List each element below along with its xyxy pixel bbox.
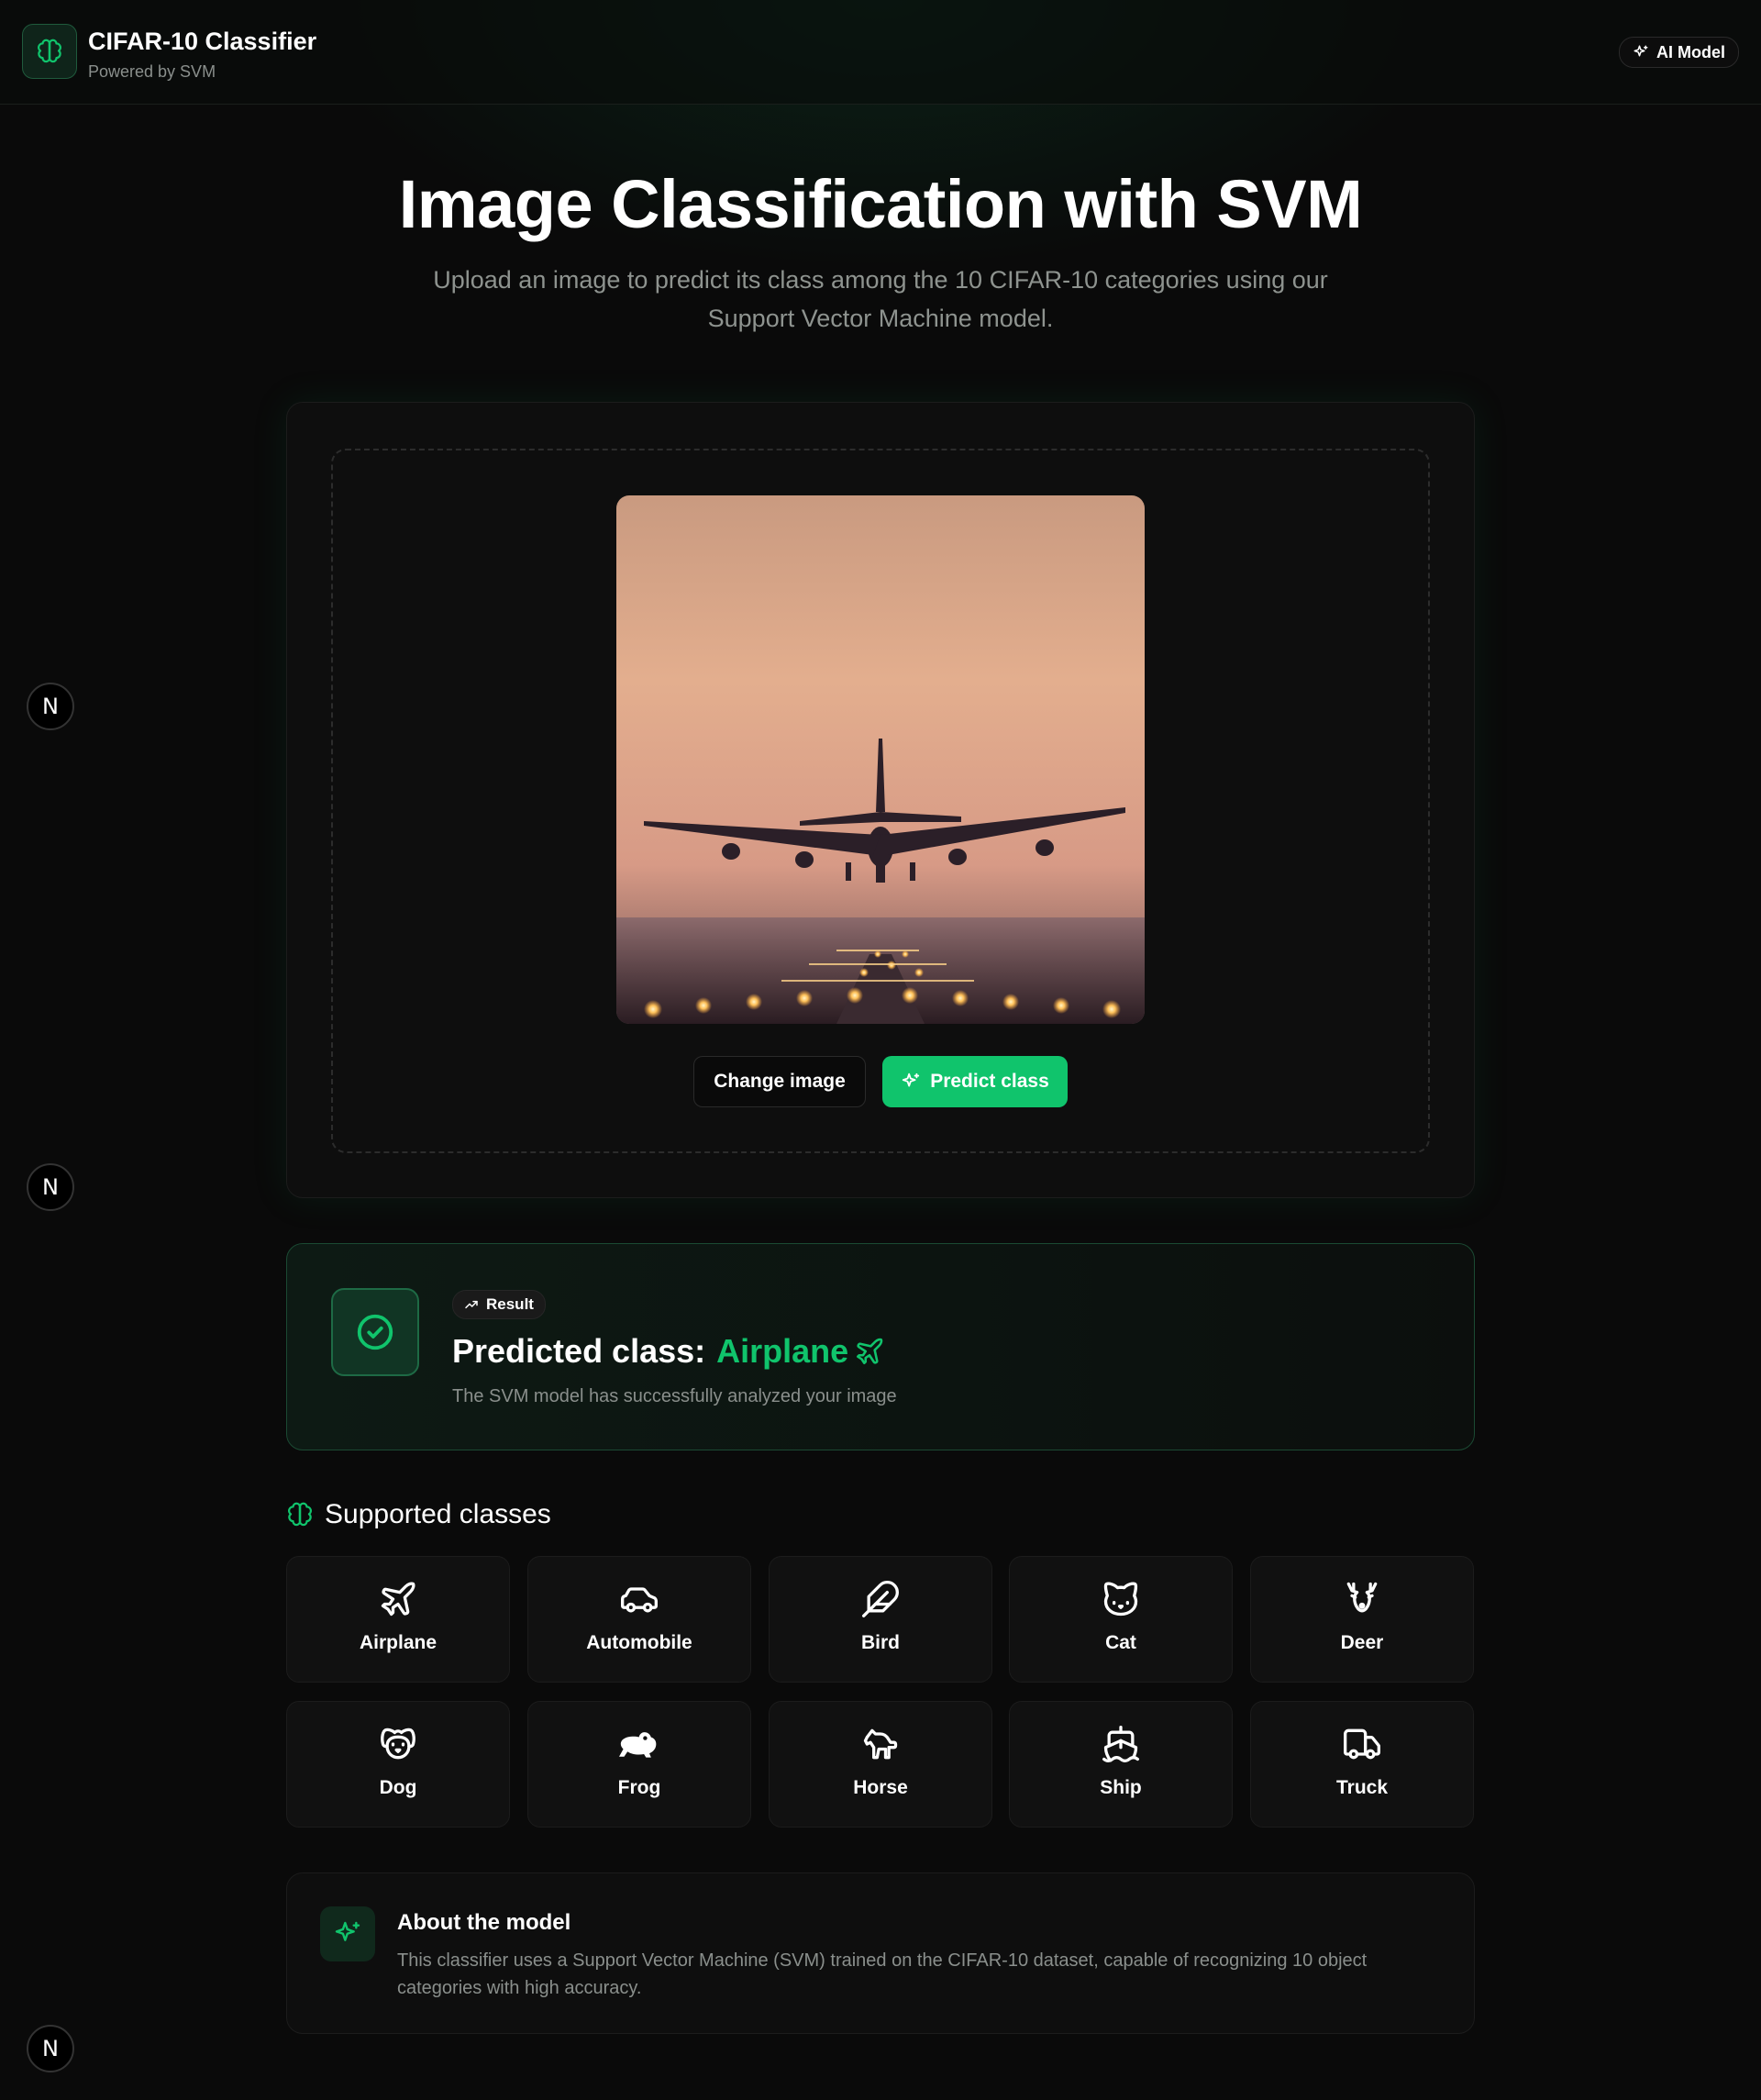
ai-model-badge: AI Model <box>1619 37 1739 68</box>
class-label: Deer <box>1340 1632 1384 1653</box>
result-description: The SVM model has successfully analyzed … <box>452 1386 897 1406</box>
app-subtitle: Powered by SVM <box>88 62 216 81</box>
brain-icon <box>288 1502 312 1527</box>
app-header: CIFAR-10 Classifier Powered by SVM AI Mo… <box>0 0 1761 105</box>
class-label: Dog <box>379 1777 417 1798</box>
predicted-class-value: Airplane <box>716 1332 849 1370</box>
class-label: Ship <box>1100 1777 1142 1798</box>
class-card-airplane[interactable]: Airplane <box>286 1556 510 1683</box>
class-card-frog[interactable]: Frog <box>527 1701 751 1828</box>
brain-icon <box>38 39 61 63</box>
result-card: Result Predicted class: Airplane The SVM… <box>286 1243 1475 1450</box>
frog-icon <box>619 1732 657 1758</box>
class-label: Bird <box>861 1632 900 1653</box>
class-label: Horse <box>853 1777 908 1798</box>
airplane-photo <box>616 495 1145 1024</box>
about-text: This classifier uses a Support Vector Ma… <box>397 1950 1368 1998</box>
image-preview <box>616 495 1145 1024</box>
cat-icon <box>1103 1582 1138 1617</box>
trending-up-icon <box>465 1300 478 1309</box>
feather-icon <box>862 1581 899 1617</box>
class-label: Truck <box>1335 1777 1389 1798</box>
ship-icon <box>1102 1726 1139 1762</box>
deer-icon <box>1346 1582 1378 1613</box>
supported-classes-title: Supported classes <box>325 1499 551 1529</box>
plane-icon <box>381 1582 415 1617</box>
result-badge: Result <box>452 1290 546 1319</box>
app-title: CIFAR-10 Classifier <box>88 28 317 55</box>
class-card-bird[interactable]: Bird <box>769 1556 992 1683</box>
about-icon-box <box>320 1906 375 1961</box>
horse-icon <box>863 1728 898 1760</box>
logo[interactable] <box>22 24 77 79</box>
class-card-truck[interactable]: Truck <box>1250 1701 1474 1828</box>
predicted-class-line: Predicted class: Airplane <box>452 1332 885 1371</box>
sparkles-icon <box>903 1072 920 1087</box>
truck-icon <box>1344 1728 1380 1760</box>
predict-class-label: Predict class <box>930 1071 1049 1092</box>
result-badge-label: Result <box>486 1295 534 1313</box>
predict-class-button[interactable]: Predict class <box>882 1056 1068 1107</box>
about-title: About the model <box>397 1910 571 1935</box>
class-card-horse[interactable]: Horse <box>769 1701 992 1828</box>
class-card-deer[interactable]: Deer <box>1250 1556 1474 1683</box>
class-label: Automobile <box>586 1632 692 1653</box>
check-circle-icon <box>357 1314 393 1350</box>
class-card-dog[interactable]: Dog <box>286 1701 510 1828</box>
page-title: Image Classification with SVM <box>398 166 1363 242</box>
dog-icon <box>381 1728 415 1760</box>
class-card-cat[interactable]: Cat <box>1009 1556 1233 1683</box>
class-card-automobile[interactable]: Automobile <box>527 1556 751 1683</box>
sparkles-icon <box>335 1921 360 1941</box>
side-n-button-3[interactable]: N <box>27 2025 74 2072</box>
success-indicator <box>331 1288 419 1376</box>
car-icon <box>621 1587 658 1613</box>
side-n-button-1[interactable]: N <box>27 683 74 730</box>
page-subtitle: Upload an image to predict its class amo… <box>433 266 1328 332</box>
plane-icon <box>857 1338 883 1365</box>
predicted-class-prefix: Predicted class: <box>452 1332 706 1370</box>
class-label: Cat <box>1105 1632 1136 1653</box>
supported-classes-heading: Supported classes <box>286 1499 551 1530</box>
class-label: Frog <box>617 1777 661 1798</box>
ai-model-label: AI Model <box>1656 42 1725 61</box>
class-label: Airplane <box>359 1632 437 1653</box>
class-card-ship[interactable]: Ship <box>1009 1701 1233 1828</box>
side-n-button-2[interactable]: N <box>27 1163 74 1211</box>
change-image-button[interactable]: Change image <box>693 1056 866 1107</box>
about-card: About the model This classifier uses a S… <box>286 1872 1475 2034</box>
sparkles-icon <box>1634 45 1648 57</box>
